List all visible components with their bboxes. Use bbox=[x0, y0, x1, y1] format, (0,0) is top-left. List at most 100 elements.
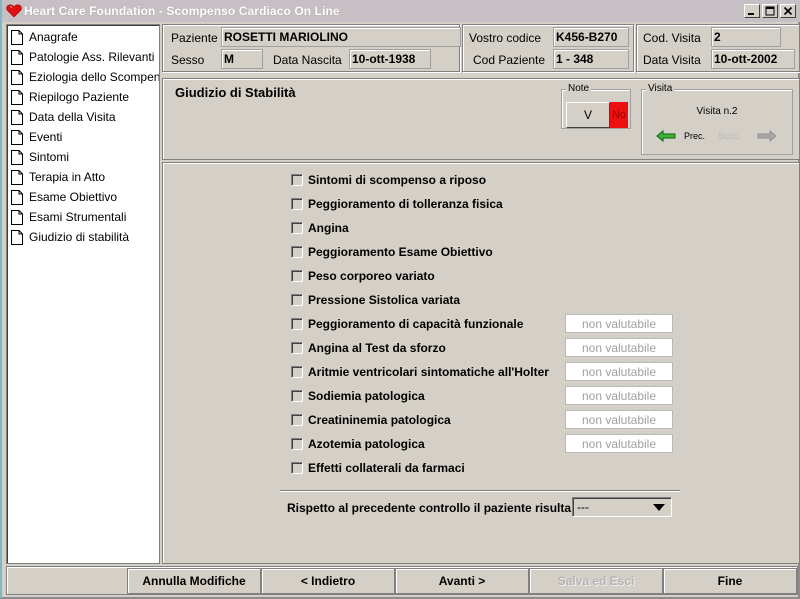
checklist-item[interactable]: Azotemia patologica bbox=[291, 435, 425, 453]
document-icon bbox=[11, 29, 23, 45]
sidebar-item[interactable]: Data della Visita bbox=[7, 107, 159, 127]
stability-checklist-panel: Rispetto al precedente controllo il pazi… bbox=[162, 162, 800, 564]
patient-info-panel: Paziente ROSETTI MARIOLINO Sesso M Data … bbox=[162, 24, 461, 72]
checkbox[interactable] bbox=[291, 222, 303, 234]
checkbox[interactable] bbox=[291, 342, 303, 354]
checklist-item[interactable]: Sintomi di scompenso a riposo bbox=[291, 171, 486, 189]
previous-visit-button[interactable]: Prec. bbox=[656, 130, 705, 142]
sidebar-item-label: Esame Obiettivo bbox=[29, 190, 118, 204]
evaluation-field[interactable]: non valutabile bbox=[565, 338, 673, 357]
checkbox[interactable] bbox=[291, 318, 303, 330]
document-icon bbox=[11, 189, 23, 205]
separator bbox=[280, 490, 680, 492]
checklist-item[interactable]: Peggioramento di capacità funzionale bbox=[291, 315, 523, 333]
note-no-indicator[interactable]: No bbox=[610, 102, 628, 128]
visit-number: Visita n.2 bbox=[696, 106, 738, 117]
sidebar-item[interactable]: Esami Strumentali bbox=[7, 207, 159, 227]
checklist-item-label: Peso corporeo variato bbox=[308, 269, 435, 283]
sex-label: Sesso bbox=[171, 53, 205, 67]
document-icon bbox=[11, 169, 23, 185]
sidebar-item[interactable]: Anagrafe bbox=[7, 27, 159, 47]
checklist-item[interactable]: Peggioramento Esame Obiettivo bbox=[291, 243, 493, 261]
note-v-button[interactable]: V bbox=[566, 102, 610, 128]
evaluation-field[interactable]: non valutabile bbox=[565, 410, 673, 429]
sidebar-item-label: Data della Visita bbox=[29, 110, 116, 124]
checklist-item[interactable]: Pressione Sistolica variata bbox=[291, 291, 460, 309]
close-button[interactable] bbox=[780, 4, 796, 18]
checklist-item[interactable]: Sodiemia patologica bbox=[291, 387, 425, 405]
checklist-item[interactable]: Peggioramento di tolleranza fisica bbox=[291, 195, 503, 213]
finish-button[interactable]: Fine bbox=[663, 568, 797, 594]
next-visit-button[interactable]: Succ. bbox=[718, 130, 777, 142]
evaluation-field[interactable]: non valutabile bbox=[565, 434, 673, 453]
cod-visita-field: 2 bbox=[711, 27, 781, 47]
document-icon bbox=[11, 209, 23, 225]
data-visita-field: 10-ott-2002 bbox=[711, 49, 795, 69]
checklist-item-label: Sintomi di scompenso a riposo bbox=[308, 173, 487, 187]
sidebar-item-label: Eziologia dello Scompenso bbox=[29, 70, 159, 84]
sidebar-item-label: Esami Strumentali bbox=[29, 210, 127, 224]
cod-paziente-label: Cod Paziente bbox=[473, 53, 546, 67]
evaluation-field[interactable]: non valutabile bbox=[565, 314, 673, 333]
cod-visita-label: Cod. Visita bbox=[643, 31, 701, 45]
checklist-item-label: Effetti collaterali da farmaci bbox=[308, 461, 465, 475]
cancel-changes-button[interactable]: Annulla Modifiche bbox=[127, 568, 261, 594]
checklist-item-label: Peggioramento di capacità funzionale bbox=[308, 317, 524, 331]
save-and-exit-button[interactable]: Salva ed Esci bbox=[529, 568, 663, 594]
maximize-button[interactable] bbox=[762, 4, 778, 18]
sidebar-item[interactable]: Riepilogo Paziente bbox=[7, 87, 159, 107]
data-visita-label: Data Visita bbox=[643, 53, 701, 67]
navigation-sidebar: Anagrafe Patologie Ass. Rilevanti Eziologi… bbox=[6, 24, 160, 564]
visita-legend: Visita bbox=[646, 83, 675, 94]
sidebar-item[interactable]: Terapia in Atto bbox=[7, 167, 159, 187]
checkbox[interactable] bbox=[291, 174, 303, 186]
back-button[interactable]: < Indietro bbox=[261, 568, 395, 594]
sidebar-item[interactable]: Eziologia dello Scompenso bbox=[7, 67, 159, 87]
checkbox[interactable] bbox=[291, 270, 303, 282]
checkbox[interactable] bbox=[291, 366, 303, 378]
sidebar-item[interactable]: Patologie Ass. Rilevanti bbox=[7, 47, 159, 67]
codes-panel: Vostro codice K456-B270 Cod Paziente 1 -… bbox=[462, 24, 634, 72]
next-button[interactable]: Avanti > bbox=[395, 568, 529, 594]
sidebar-item[interactable]: Eventi bbox=[7, 127, 159, 147]
checklist-item[interactable]: Peso corporeo variato bbox=[291, 267, 435, 285]
checklist-item-label: Azotemia patologica bbox=[308, 437, 425, 451]
evaluation-field[interactable]: non valutabile bbox=[565, 386, 673, 405]
app-window: Heart Care Foundation - Scompenso Cardia… bbox=[0, 0, 800, 599]
document-icon bbox=[11, 69, 23, 85]
comparison-label: Rispetto al precedente controllo il pazi… bbox=[287, 501, 572, 515]
next-label: Succ. bbox=[718, 131, 741, 141]
sidebar-item-label: Giudizio di stabilità bbox=[29, 230, 130, 244]
sidebar-item-label: Sintomi bbox=[29, 150, 70, 164]
window-title: Heart Care Foundation - Scompenso Cardia… bbox=[24, 4, 340, 18]
checkbox[interactable] bbox=[291, 462, 303, 474]
visit-info-panel: Cod. Visita 2 Data Visita 10-ott-2002 bbox=[636, 24, 800, 72]
checklist-item[interactable]: Effetti collaterali da farmaci bbox=[291, 459, 465, 477]
comparison-dropdown[interactable]: --- bbox=[572, 497, 672, 517]
evaluation-field[interactable]: non valutabile bbox=[565, 362, 673, 381]
title-bar[interactable]: Heart Care Foundation - Scompenso Cardia… bbox=[2, 0, 800, 22]
checklist-item[interactable]: Aritmie ventricolari sintomatiche all'Ho… bbox=[291, 363, 549, 381]
document-icon bbox=[11, 49, 23, 65]
previous-label: Prec. bbox=[684, 131, 706, 141]
checklist-item[interactable]: Angina al Test da sforzo bbox=[291, 339, 446, 357]
checkbox[interactable] bbox=[291, 414, 303, 426]
checkbox[interactable] bbox=[291, 198, 303, 210]
checkbox[interactable] bbox=[291, 246, 303, 258]
checklist-item[interactable]: Angina bbox=[291, 219, 349, 237]
checkbox[interactable] bbox=[291, 390, 303, 402]
sidebar-item[interactable]: Sintomi bbox=[7, 147, 159, 167]
patient-label: Paziente bbox=[171, 31, 218, 45]
sidebar-item-label: Riepilogo Paziente bbox=[29, 90, 130, 104]
checklist-item-label: Angina al Test da sforzo bbox=[308, 341, 446, 355]
checklist-item[interactable]: Creatininemia patologica bbox=[291, 411, 451, 429]
sidebar-item[interactable]: Giudizio di stabilità bbox=[7, 227, 159, 247]
birthdate-field: 10-ott-1938 bbox=[349, 49, 431, 69]
document-icon bbox=[11, 89, 23, 105]
sidebar-item[interactable]: Esame Obiettivo bbox=[7, 187, 159, 207]
checkbox[interactable] bbox=[291, 294, 303, 306]
checklist-item-label: Sodiemia patologica bbox=[308, 389, 425, 403]
minimize-button[interactable] bbox=[744, 4, 760, 18]
checkbox[interactable] bbox=[291, 438, 303, 450]
checklist-item-label: Creatininemia patologica bbox=[308, 413, 451, 427]
